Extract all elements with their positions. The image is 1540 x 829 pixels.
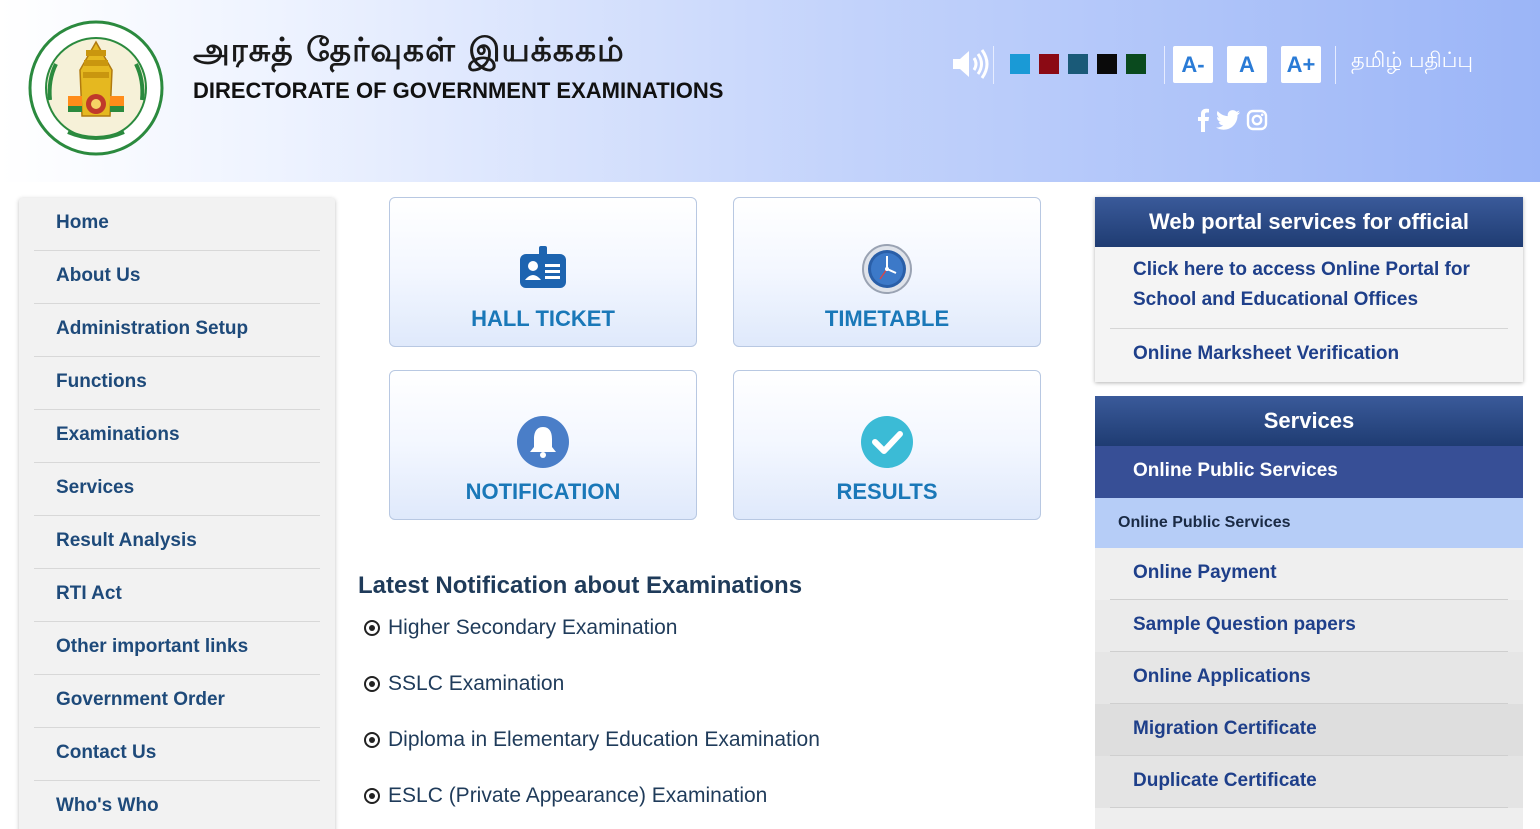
marksheet-verification-link[interactable]: Online Marksheet Verification [1133, 339, 1399, 369]
panel-divider [1110, 328, 1508, 329]
nav-item-government-order[interactable]: Government Order [34, 675, 320, 728]
theme-swatch-red[interactable] [1039, 54, 1059, 74]
notification-item[interactable]: Diploma in Elementary Education Examinat… [364, 725, 820, 755]
service-item-online-payment[interactable]: Online Payment [1095, 548, 1523, 600]
nav-item-result-analysis[interactable]: Result Analysis [34, 516, 320, 569]
theme-swatch-blue[interactable] [1010, 54, 1030, 74]
service-item-migration-certificate[interactable]: Migration Certificate [1095, 704, 1523, 756]
tile-label: NOTIFICATION [465, 479, 621, 504]
service-label: Duplicate Certificate [1133, 770, 1317, 791]
online-public-services-subheader[interactable]: Online Public Services [1095, 498, 1523, 548]
notification-text: Higher Secondary Examination [388, 616, 678, 639]
hall-ticket-tile[interactable]: HALL TICKET [389, 197, 697, 347]
site-title-english: DIRECTORATE OF GOVERNMENT EXAMINATIONS [193, 78, 724, 103]
tile-label: TIMETABLE [824, 306, 950, 331]
item-divider [1110, 807, 1508, 808]
tile-label: HALL TICKET [471, 306, 615, 331]
theme-swatch-teal[interactable] [1068, 54, 1088, 74]
site-title-tamil: அரசுத் தேர்வுகள் இயக்ககம் [193, 30, 625, 69]
nav-item-functions[interactable]: Functions [34, 357, 320, 410]
official-panel-title: Web portal services for official [1095, 197, 1523, 247]
link-line: School and Educational Offices [1133, 289, 1419, 310]
radio-bullet-icon [364, 676, 380, 692]
notification-text: SSLC Examination [388, 672, 565, 695]
nav-item-examinations[interactable]: Examinations [34, 410, 320, 463]
theme-swatch-green[interactable] [1126, 54, 1146, 74]
service-item-sample-question-papers[interactable]: Sample Question papers [1095, 600, 1523, 652]
instagram-icon[interactable] [1246, 109, 1268, 131]
latest-notification-heading: Latest Notification about Examinations [358, 572, 803, 599]
online-public-services-tab[interactable]: Online Public Services [1095, 446, 1523, 498]
radio-bullet-icon [364, 732, 380, 748]
notification-item[interactable]: SSLC Examination [364, 669, 564, 699]
nav-item-contact-us[interactable]: Contact Us [34, 728, 320, 781]
social-links [1196, 108, 1268, 132]
font-reset-button[interactable]: A [1227, 46, 1267, 83]
checkmark-icon [861, 416, 913, 468]
clock-icon [862, 244, 912, 294]
twitter-icon[interactable] [1216, 110, 1240, 130]
font-decrease-button[interactable]: A- [1173, 46, 1213, 83]
service-label: Sample Question papers [1133, 614, 1356, 635]
nav-item-administration-setup[interactable]: Administration Setup [34, 304, 320, 357]
theme-color-swatches [1010, 54, 1146, 74]
notification-tile[interactable]: NOTIFICATION [389, 370, 697, 520]
font-increase-button[interactable]: A+ [1281, 46, 1321, 83]
timetable-tile[interactable]: TIMETABLE [733, 197, 1041, 347]
header-divider [1164, 46, 1165, 84]
service-label: Online Payment [1133, 562, 1277, 583]
link-line: Click here to access Online Portal for [1133, 259, 1470, 280]
left-navigation: Home About Us Administration Setup Funct… [19, 198, 335, 829]
font-size-controls: A- A A+ [1173, 46, 1321, 83]
services-panel-title: Services [1095, 396, 1523, 446]
nav-item-home[interactable]: Home [34, 198, 320, 251]
official-portal-panel: Web portal services for official Click h… [1095, 197, 1523, 382]
site-header: அரசுத் தேர்வுகள் இயக்ககம் DIRECTORATE OF… [0, 0, 1540, 182]
notification-text: Diploma in Elementary Education Examinat… [388, 728, 820, 751]
service-label: Migration Certificate [1133, 718, 1317, 739]
service-label: Online Applications [1133, 666, 1311, 687]
notification-item[interactable]: ESLC (Private Appearance) Examination [364, 781, 767, 811]
bell-icon [517, 416, 569, 468]
services-panel: Services Online Public Services Online P… [1095, 396, 1523, 829]
nav-item-rti-act[interactable]: RTI Act [34, 569, 320, 622]
speaker-icon[interactable] [950, 48, 990, 80]
nav-item-other-important-links[interactable]: Other important links [34, 622, 320, 675]
radio-bullet-icon [364, 620, 380, 636]
tamil-version-link[interactable]: தமிழ் பதிப்பு [1351, 48, 1473, 75]
nav-item-whos-who[interactable]: Who's Who [34, 781, 320, 829]
notification-text: ESLC (Private Appearance) Examination [388, 784, 768, 807]
facebook-icon[interactable] [1196, 108, 1210, 132]
tile-label: RESULTS [836, 479, 938, 504]
nav-item-services[interactable]: Services [34, 463, 320, 516]
id-card-icon [520, 246, 566, 288]
service-item-duplicate-certificate[interactable]: Duplicate Certificate [1095, 756, 1523, 808]
radio-bullet-icon [364, 788, 380, 804]
header-divider [1335, 46, 1336, 84]
theme-swatch-black[interactable] [1097, 54, 1117, 74]
header-divider [993, 46, 994, 84]
service-item-online-applications[interactable]: Online Applications [1095, 652, 1523, 704]
online-portal-link[interactable]: Click here to access Online Portal for S… [1133, 255, 1470, 315]
tamil-nadu-emblem-icon[interactable] [28, 20, 164, 156]
nav-item-about-us[interactable]: About Us [34, 251, 320, 304]
notification-item[interactable]: Higher Secondary Examination [364, 613, 678, 643]
results-tile[interactable]: RESULTS [733, 370, 1041, 520]
